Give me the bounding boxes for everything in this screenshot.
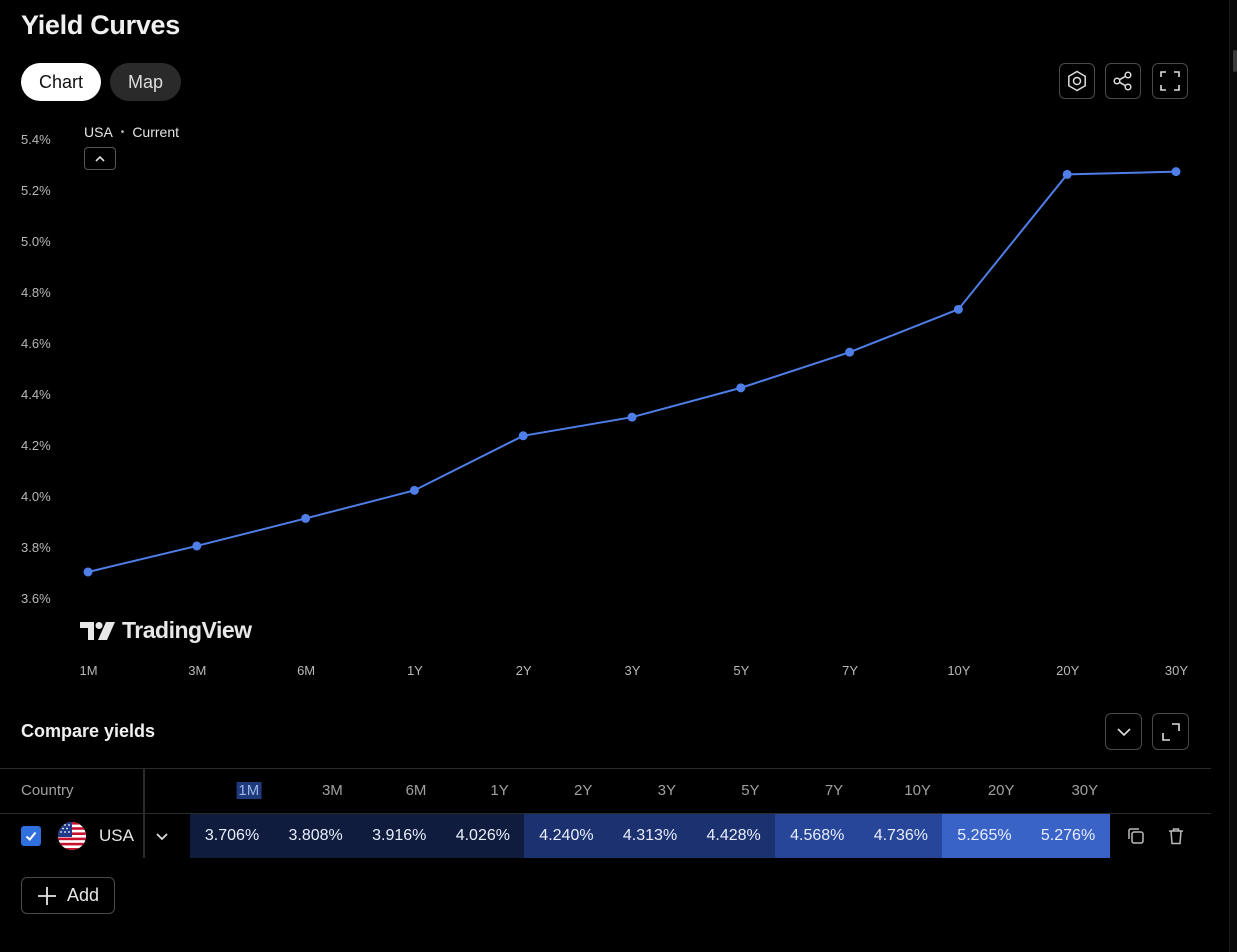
column-header-label: 1Y: [490, 782, 509, 799]
column-header-label: 3Y: [657, 782, 676, 799]
data-point[interactable]: [736, 383, 746, 393]
data-point[interactable]: [627, 412, 637, 422]
usa-flag-icon: [58, 822, 86, 850]
header-column-divider: [143, 769, 145, 813]
tradingview-logo: TradingView: [80, 617, 252, 644]
delete-row-button[interactable]: [1166, 826, 1186, 846]
yield-cell: 4.313%: [608, 814, 693, 858]
column-header[interactable]: 1M: [236, 782, 262, 799]
add-button-label: Add: [66, 885, 100, 905]
row-checkbox[interactable]: [21, 826, 41, 846]
yield-cell: 4.428%: [691, 814, 776, 858]
column-header-label: 7Y: [824, 782, 844, 799]
column-header[interactable]: 10Y: [904, 782, 931, 799]
copy-icon: [1128, 828, 1144, 844]
tradingview-logo-icon: [80, 621, 115, 640]
yield-cell: 3.808%: [273, 814, 358, 858]
tradingview-wordmark: TradingView: [122, 617, 252, 643]
data-point[interactable]: [845, 347, 855, 357]
expand-icon: [1161, 722, 1180, 741]
column-header[interactable]: 6M: [406, 782, 427, 799]
table-top-divider: [0, 768, 1211, 769]
yield-cell: 4.026%: [440, 814, 525, 858]
series-line: [87, 170, 1177, 573]
yield-cell: 4.568%: [775, 814, 860, 858]
column-header-label: 30Y: [1071, 782, 1099, 799]
data-point[interactable]: [1171, 167, 1181, 177]
yield-cell: 5.265%: [942, 814, 1027, 858]
plus-icon: [37, 886, 56, 905]
data-point[interactable]: [301, 513, 311, 523]
yield-cell: 4.736%: [858, 814, 943, 858]
column-header-label: 2Y: [574, 782, 593, 799]
data-point[interactable]: [953, 304, 963, 314]
compare-yields-title: Compare yields: [21, 721, 156, 741]
column-header-label: 3M: [321, 782, 343, 799]
chevron-down-icon: [1116, 727, 1131, 736]
column-header[interactable]: 2Y: [574, 782, 592, 799]
column-header-label: 1M: [236, 782, 262, 799]
column-header[interactable]: 7Y: [825, 782, 843, 799]
row-country-name: USA: [99, 826, 134, 845]
data-point[interactable]: [1062, 169, 1072, 179]
yield-cell: 3.706%: [190, 814, 275, 858]
country-dropdown-button[interactable]: [148, 822, 176, 850]
chevron-down-icon: [156, 832, 168, 840]
checkmark-icon: [25, 831, 37, 841]
yield-cell: 5.276%: [1026, 814, 1111, 858]
column-header[interactable]: 5Y: [741, 782, 759, 799]
column-header[interactable]: 3Y: [658, 782, 676, 799]
column-header-label: 10Y: [904, 782, 931, 799]
column-header[interactable]: 30Y: [1071, 782, 1098, 799]
data-point[interactable]: [518, 431, 528, 441]
yield-cell: 3.916%: [357, 814, 442, 858]
page-scrollbar[interactable]: [1229, 0, 1237, 952]
data-point[interactable]: [409, 485, 419, 495]
duplicate-row-button[interactable]: [1126, 826, 1146, 846]
compare-expand-button[interactable]: [1152, 713, 1189, 750]
column-header-label: 6M: [405, 782, 427, 799]
trash-icon: [1169, 828, 1183, 845]
scrollbar-thumb[interactable]: [1233, 50, 1237, 72]
yield-cell: 4.240%: [524, 814, 609, 858]
column-header-label: 5Y: [741, 782, 760, 799]
column-header[interactable]: 1Y: [490, 782, 508, 799]
column-header[interactable]: 3M: [322, 782, 343, 799]
column-header[interactable]: 20Y: [988, 782, 1015, 799]
row-column-divider: [143, 814, 145, 858]
yield-curve-chart: [83, 167, 1181, 577]
column-header-label: 20Y: [987, 782, 1015, 799]
compare-collapse-button[interactable]: [1105, 713, 1142, 750]
add-country-button[interactable]: Add: [21, 877, 115, 914]
data-point[interactable]: [83, 567, 93, 577]
country-column-header: Country: [21, 782, 74, 799]
data-point[interactable]: [192, 541, 202, 551]
